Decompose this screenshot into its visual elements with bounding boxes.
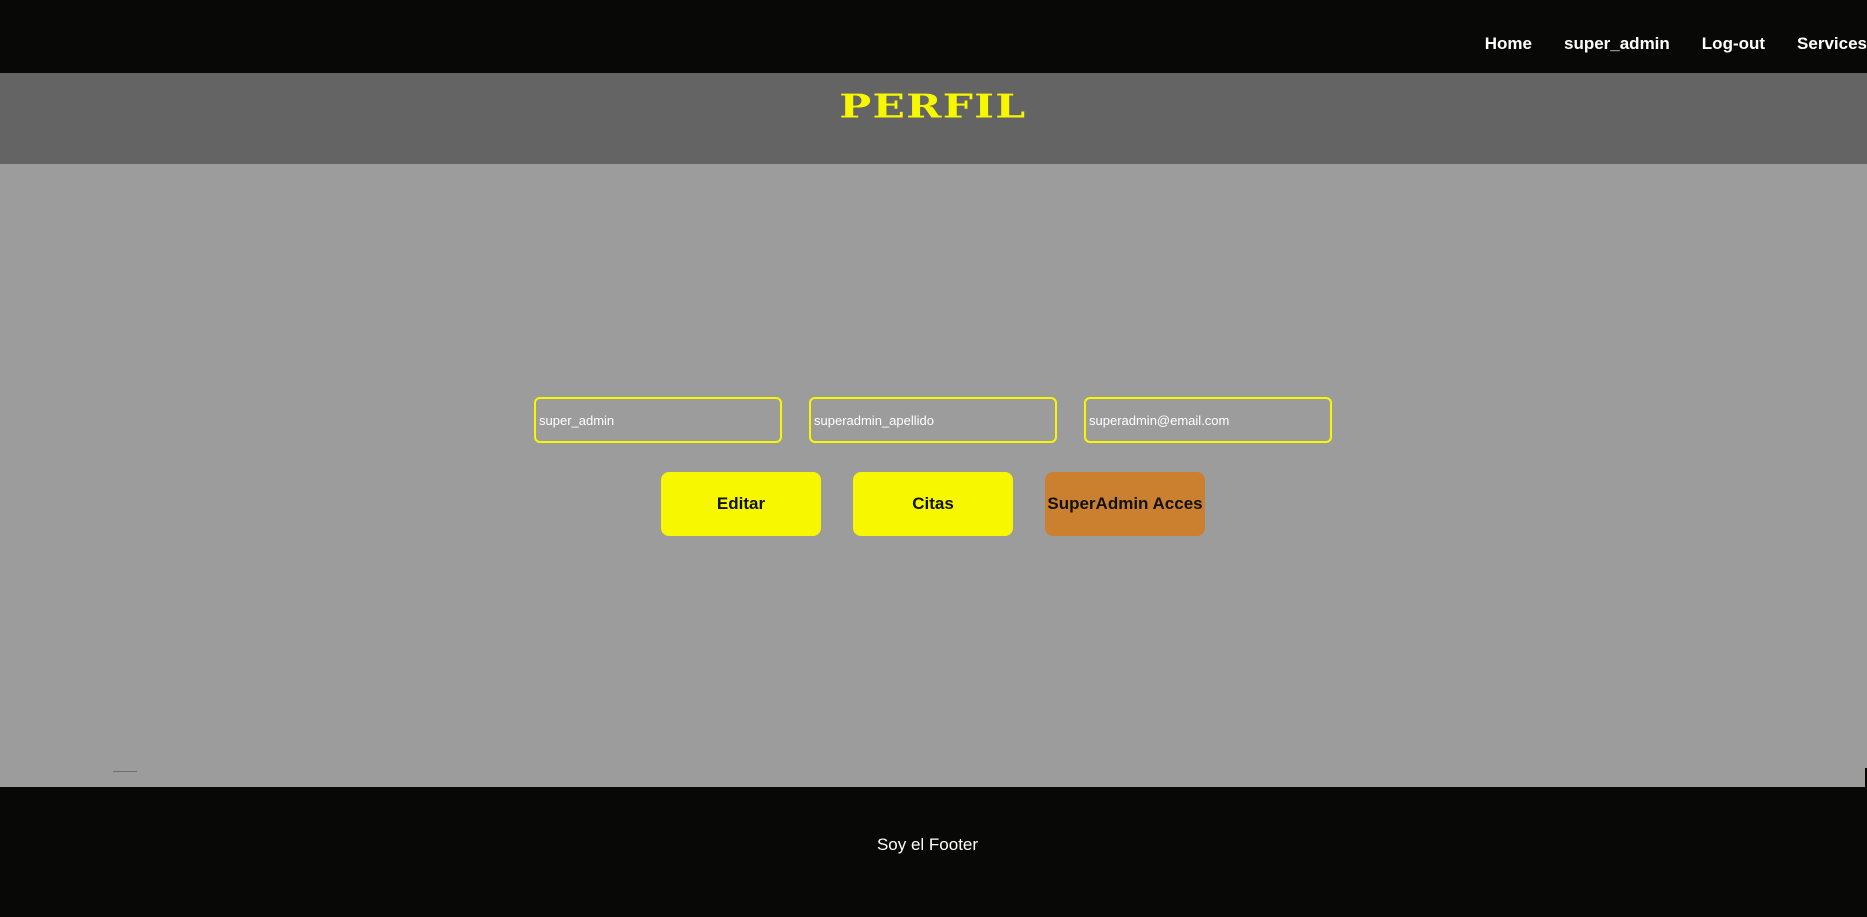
name-input[interactable] [534,397,782,443]
email-input[interactable] [1084,397,1332,443]
page-title: PERFIL [838,88,1027,127]
nav-home-link[interactable]: Home [1485,34,1532,54]
appointments-button[interactable]: Citas [853,472,1013,536]
nav-profile-link[interactable]: super_admin [1564,34,1670,54]
footer-text: Soy el Footer [876,835,979,854]
footer: Soy el Footer [0,787,1867,917]
profile-actions: Editar Citas SuperAdmin Acces [661,472,1205,536]
profile-fields [534,397,1332,443]
nav-logout-link[interactable]: Log-out [1702,34,1765,54]
edit-button[interactable]: Editar [661,472,821,536]
superadmin-access-button[interactable]: SuperAdmin Acces [1045,472,1205,536]
navbar: Home super_admin Log-out Services [0,0,1867,73]
title-band: PERFIL [0,73,1867,164]
stray-mark [113,771,137,772]
surname-input[interactable] [809,397,1057,443]
nav-services-link[interactable]: Services [1797,34,1867,54]
